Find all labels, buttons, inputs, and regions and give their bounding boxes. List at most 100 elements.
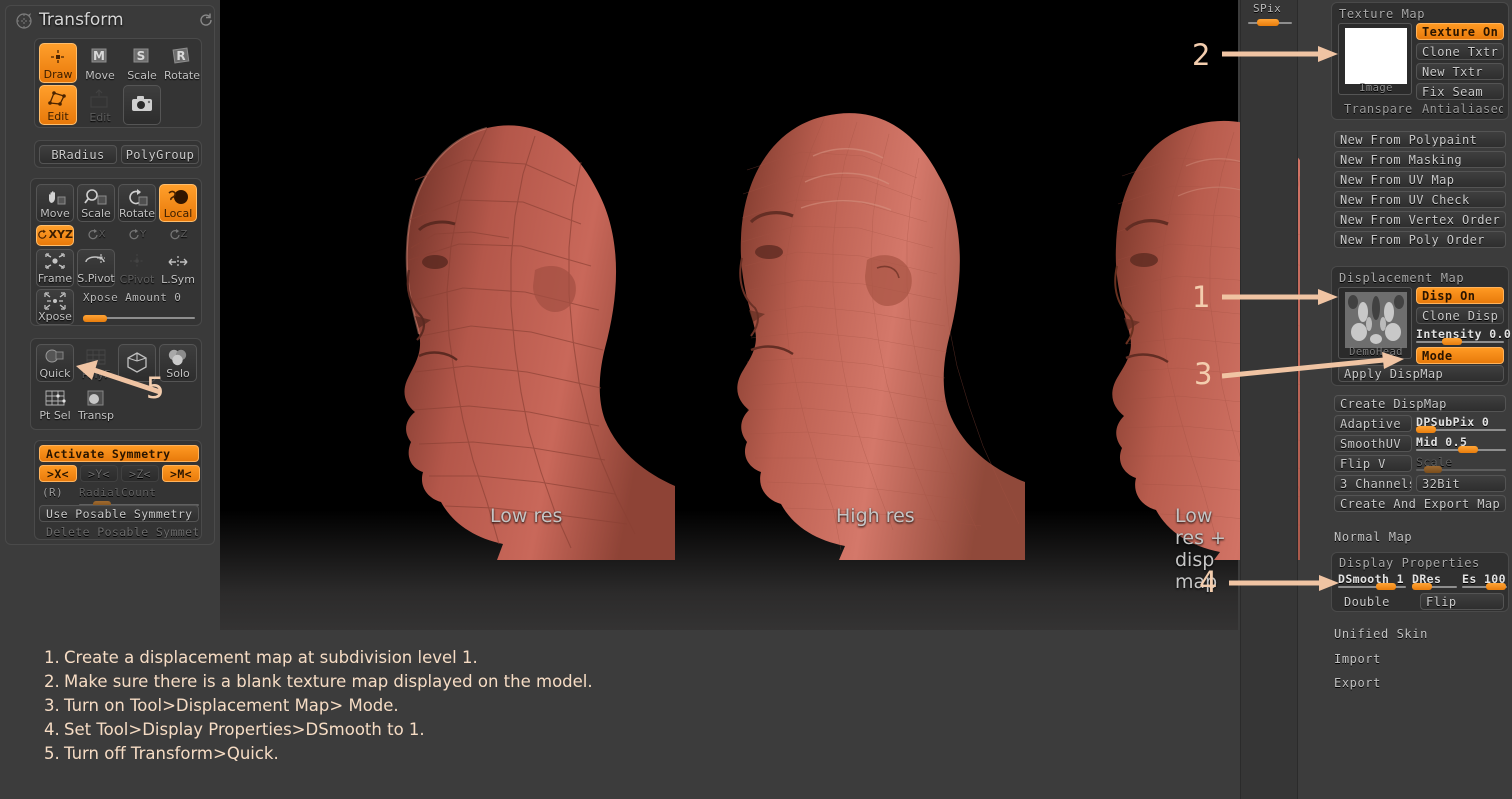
dsmooth-slider[interactable]: DSmooth 1: [1338, 572, 1406, 590]
new-from-vertex-order-button[interactable]: New From Vertex Order: [1334, 211, 1506, 228]
flip-button[interactable]: Flip: [1420, 593, 1504, 610]
ptsel-button[interactable]: Pt Sel: [36, 385, 74, 423]
export-title[interactable]: Export: [1334, 676, 1381, 690]
edit-alt-icon: [81, 85, 119, 112]
instruction-number-3: 3.: [44, 696, 60, 715]
transparent-button[interactable]: Transparent: [1338, 101, 1414, 117]
edit-button[interactable]: Edit: [39, 85, 77, 125]
camera-button[interactable]: [123, 85, 161, 125]
intensity-slider[interactable]: Intensity 0.0: [1416, 327, 1511, 345]
draw-label: Draw: [43, 68, 73, 81]
radial-r-label[interactable]: (R): [42, 486, 63, 499]
texture-map-section: Texture Map Image Texture On Clone Txtr …: [1331, 2, 1509, 120]
xpose-amount-slider[interactable]: [83, 314, 195, 323]
xpose-label: Xpose: [38, 310, 72, 323]
edit-alt-label: Edit: [89, 111, 111, 124]
new-from-uv-map-button[interactable]: New From UV Map: [1334, 171, 1506, 188]
rotate-gizmo-icon: [119, 185, 155, 208]
instruction-item-1: 1. Create a displacement map at subdivisi…: [44, 646, 744, 670]
bitdepth-button[interactable]: 32Bit: [1416, 475, 1506, 492]
normal-map-title[interactable]: Normal Map: [1334, 530, 1412, 544]
draw-button[interactable]: Draw: [39, 43, 77, 83]
polygroup-button[interactable]: PolyGroup: [121, 145, 199, 164]
double-button[interactable]: Double: [1338, 593, 1416, 610]
scale-s-icon: S: [123, 43, 161, 70]
texture-thumbnail[interactable]: Image: [1338, 23, 1412, 95]
instruction-text-5: Turn off Transform>Quick.: [64, 744, 279, 763]
new-from-poly-order-button[interactable]: New From Poly Order: [1334, 231, 1506, 248]
channels-button[interactable]: 3 Channels: [1334, 475, 1412, 492]
rotate-button[interactable]: R Rotate: [163, 43, 201, 83]
axis-x-icon: [87, 229, 98, 240]
scale-button[interactable]: S Scale: [123, 43, 161, 83]
create-dispmap-section: Create DispMap Adaptive SmoothUV Flip V …: [1331, 395, 1509, 515]
adaptive-button[interactable]: Adaptive: [1334, 415, 1412, 432]
axis-y-button[interactable]: Y: [118, 225, 156, 246]
transp-label: Transp: [77, 409, 115, 422]
mode-button[interactable]: Mode: [1416, 347, 1504, 364]
new-from-polypaint-button[interactable]: New From Polypaint: [1334, 131, 1506, 148]
move-m-icon: M: [81, 43, 119, 70]
gizmo-local-button[interactable]: Local: [159, 184, 197, 222]
ptsel-label: Pt Sel: [39, 409, 71, 422]
gizmo-move-button[interactable]: Move: [36, 184, 74, 222]
symmetry-group: Activate Symmetry >X< >Y< >Z< >M< (R) Ra…: [34, 440, 202, 540]
mid-slider[interactable]: Mid 0.5: [1416, 435, 1506, 453]
frame-button[interactable]: Frame: [36, 249, 74, 287]
move-button[interactable]: M Move: [81, 43, 119, 83]
new-from-masking-button[interactable]: New From Masking: [1334, 151, 1506, 168]
gizmo-rotate-button[interactable]: Rotate: [118, 184, 156, 222]
lsym-button[interactable]: L.Sym: [159, 249, 197, 287]
quick-button[interactable]: Quick: [36, 344, 74, 382]
svg-text:M: M: [93, 49, 105, 63]
new-from-uv-check-button[interactable]: New From UV Check: [1334, 191, 1506, 208]
use-posable-symmetry-button[interactable]: Use Posable Symmetry: [39, 505, 199, 522]
dpsubpix-slider[interactable]: DPSubPix 0: [1416, 415, 1506, 433]
magnify-scale-icon: [78, 185, 114, 208]
symmetry-m-button[interactable]: >M<: [162, 465, 200, 482]
clone-disp-button[interactable]: Clone Disp: [1416, 307, 1504, 324]
cpivot-label: CPivot: [119, 273, 155, 286]
spix-slider-group[interactable]: SPix: [1245, 2, 1295, 30]
xpose-icon: [37, 290, 73, 311]
axis-z-button[interactable]: Z: [159, 225, 197, 246]
spivot-button[interactable]: S.Pivot: [77, 249, 115, 287]
fix-seam-button[interactable]: Fix Seam: [1416, 83, 1504, 100]
symmetry-y-button[interactable]: >Y<: [80, 465, 118, 482]
unified-skin-title[interactable]: Unified Skin: [1334, 627, 1428, 641]
activate-symmetry-button[interactable]: Activate Symmetry: [39, 445, 199, 462]
radial-count-label: RadialCount: [79, 486, 157, 499]
cpivot-icon: [118, 249, 156, 274]
displacement-thumbnail-image: [1345, 292, 1407, 348]
texture-on-button[interactable]: Texture On: [1416, 23, 1504, 40]
new-txtr-button[interactable]: New Txtr: [1416, 63, 1504, 80]
axis-xyz-button[interactable]: XYZ: [36, 225, 74, 246]
antialiased-button[interactable]: Antialiased: [1416, 101, 1504, 117]
es-slider[interactable]: Es 100: [1462, 572, 1507, 590]
gizmo-scale-button[interactable]: Scale: [77, 184, 115, 222]
refresh-icon[interactable]: [198, 12, 214, 28]
disp-on-button[interactable]: Disp On: [1416, 287, 1504, 304]
rotate-r-icon: R: [163, 43, 201, 70]
axis-z-icon: [169, 229, 180, 240]
create-dispmap-button[interactable]: Create DispMap: [1334, 395, 1506, 412]
quick-label: Quick: [39, 367, 71, 380]
solo-button[interactable]: Solo: [159, 344, 197, 382]
symmetry-x-button[interactable]: >X<: [39, 465, 77, 482]
dres-slider[interactable]: DRes: [1412, 572, 1457, 590]
canvas-viewport[interactable]: Low res High res Low res + disp map: [220, 0, 1400, 630]
instruction-text-2: Make sure there is a blank texture map d…: [64, 672, 593, 691]
bradius-button[interactable]: BRadius: [39, 145, 117, 164]
axis-x-button[interactable]: X: [77, 225, 115, 246]
flip-v-button[interactable]: Flip V: [1334, 455, 1412, 472]
displacement-thumbnail[interactable]: DemoHead: [1338, 287, 1412, 359]
callout-number-4: 4: [1199, 565, 1218, 599]
axis-y-icon: [129, 229, 139, 240]
gizmo-group: Move Scale Rotate Local XYZ X Y Z Frame …: [30, 178, 202, 326]
xpose-button[interactable]: Xpose: [36, 289, 74, 325]
smoothuv-button[interactable]: SmoothUV: [1334, 435, 1412, 452]
create-and-export-map-button[interactable]: Create And Export Map: [1334, 495, 1506, 512]
import-title[interactable]: Import: [1334, 652, 1381, 666]
symmetry-z-button[interactable]: >Z<: [121, 465, 159, 482]
clone-txtr-button[interactable]: Clone Txtr: [1416, 43, 1504, 60]
